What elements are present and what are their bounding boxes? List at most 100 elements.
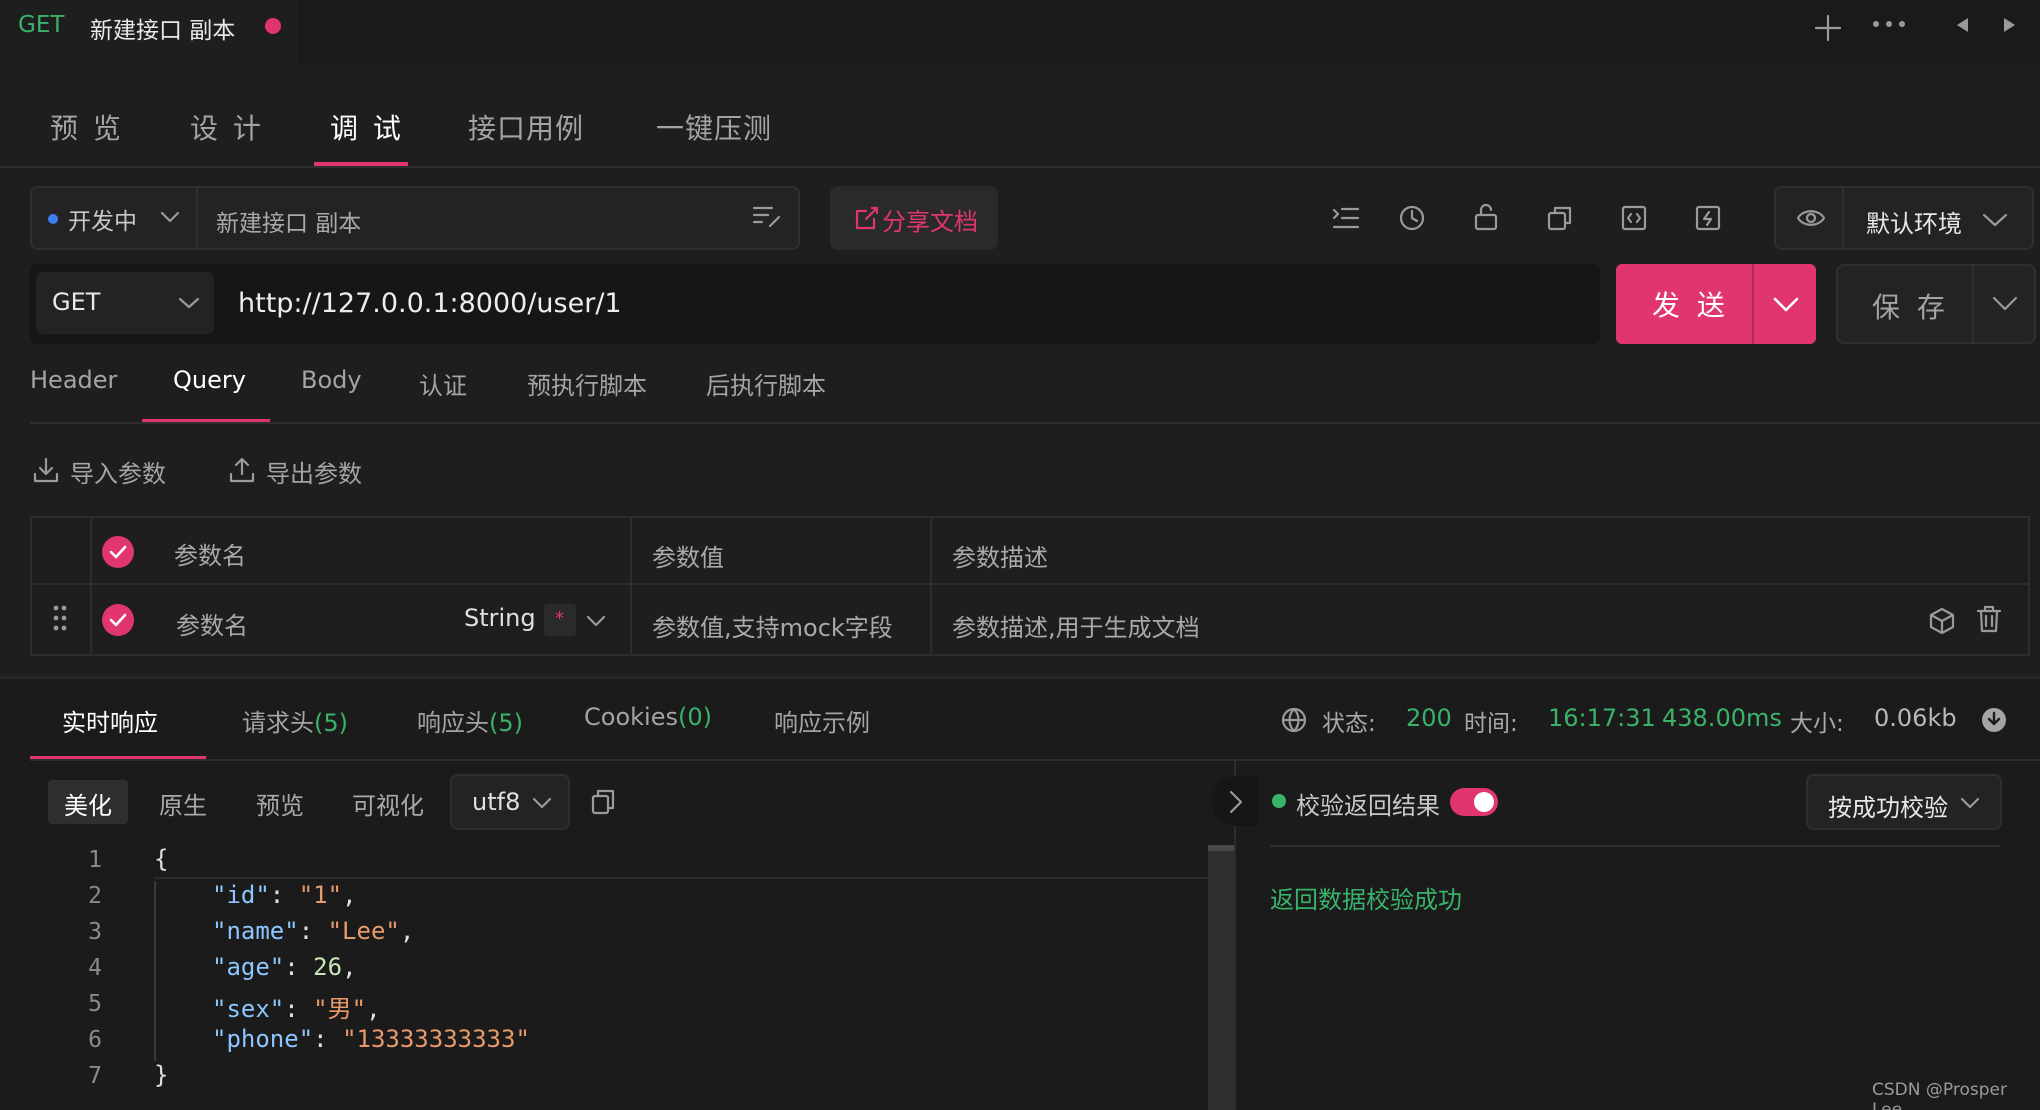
chevron-down-icon[interactable]: [160, 210, 180, 224]
tab-preview[interactable]: 预 览: [50, 107, 124, 147]
api-name-input[interactable]: 新建接口 副本: [216, 204, 361, 238]
line-number: 1: [88, 847, 102, 873]
flash-icon[interactable]: [1694, 204, 1722, 232]
status-select[interactable]: 开发中: [68, 202, 137, 236]
code-icon[interactable]: [1620, 204, 1648, 232]
save-button[interactable]: 保 存: [1836, 264, 2036, 344]
tab-header[interactable]: Header: [30, 366, 117, 394]
watermark: CSDN @Prosper Lee: [1872, 1080, 2007, 1110]
tab-body[interactable]: Body: [301, 366, 362, 394]
line-number: 5: [88, 991, 102, 1017]
encoding-select[interactable]: utf8: [450, 774, 570, 830]
main-tabs: 预 览 设 计 调 试 接口用例 一键压测: [0, 95, 2040, 170]
required-toggle[interactable]: *: [544, 604, 576, 636]
import-params-button[interactable]: 导入参数: [30, 452, 180, 488]
tab-title: 新建接口 副本: [90, 18, 236, 44]
tab-response-examples[interactable]: 响应示例: [774, 703, 870, 738]
export-params-button[interactable]: 导出参数: [228, 452, 378, 488]
validation-mode-select[interactable]: 按成功校验: [1806, 774, 2002, 830]
import-label: 导入参数: [70, 460, 166, 488]
view-mode-raw[interactable]: 原生: [159, 786, 207, 821]
view-mode-beautify[interactable]: 美化: [48, 780, 128, 824]
tab-pre-script[interactable]: 预执行脚本: [527, 366, 647, 401]
required-mark: *: [555, 608, 564, 629]
header-param-desc: 参数描述: [952, 544, 1048, 572]
lock-icon[interactable]: [1472, 202, 1500, 232]
cube-icon[interactable]: [1928, 606, 1956, 636]
edit-icon[interactable]: [752, 204, 782, 230]
status-dot: [48, 214, 58, 224]
validation-mode-value: 按成功校验: [1828, 794, 1948, 822]
tab-stress-test[interactable]: 一键压测: [656, 107, 772, 147]
scrollbar-thumb[interactable]: [1208, 845, 1234, 851]
environment-label: 默认环境: [1866, 210, 1962, 238]
param-desc-input[interactable]: 参数描述,用于生成文档: [952, 608, 1200, 643]
code-line: }: [154, 1061, 169, 1089]
tab-cookies[interactable]: Cookies(0): [584, 703, 712, 731]
share-label: 分享文档: [882, 208, 978, 236]
code-line: "id": "1",: [212, 881, 357, 909]
tab-request-headers[interactable]: 请求头(5): [242, 703, 348, 738]
duration-value: 438.00ms: [1662, 704, 1782, 732]
encoding-value: utf8: [472, 788, 521, 816]
tab-response-headers[interactable]: 响应头(5): [417, 703, 523, 738]
send-button[interactable]: 发 送: [1616, 264, 1816, 344]
view-mode-preview[interactable]: 预览: [256, 786, 304, 821]
param-type-select[interactable]: String: [464, 604, 536, 632]
url-input[interactable]: http://127.0.0.1:8000/user/1: [238, 288, 622, 319]
chevron-down-icon: [1960, 796, 1980, 810]
tab-query[interactable]: Query: [173, 366, 246, 394]
collapse-panel-button[interactable]: [1212, 776, 1258, 826]
outline-icon[interactable]: [1332, 204, 1360, 232]
copy-icon[interactable]: [590, 788, 616, 816]
export-label: 导出参数: [266, 460, 362, 488]
row-checkbox[interactable]: [102, 604, 134, 636]
code-line: "name": "Lee",: [212, 917, 415, 945]
tab-live-response[interactable]: 实时响应: [62, 703, 158, 738]
tab-auth[interactable]: 认证: [419, 366, 467, 401]
share-doc-button[interactable]: 分享文档: [830, 186, 998, 250]
chevron-down-icon[interactable]: [1772, 296, 1800, 314]
document-tab[interactable]: GET 新建接口 副本: [0, 0, 298, 63]
line-number: 3: [88, 919, 102, 945]
download-icon[interactable]: [1980, 706, 2008, 734]
copy-icon[interactable]: [1546, 204, 1574, 232]
line-number: 7: [88, 1063, 102, 1089]
indent-guide: [154, 881, 156, 1061]
param-value-input[interactable]: 参数值,支持mock字段: [652, 608, 893, 643]
validation-toggle[interactable]: [1450, 788, 1498, 816]
header-param-name: 参数名: [174, 542, 246, 570]
divider: [30, 422, 2040, 424]
code-editor[interactable]: 1 2 3 4 5 6 7 { "id": "1", "name": "Lee"…: [30, 845, 1234, 1110]
size-value: 0.06kb: [1874, 704, 1957, 732]
chevron-down-icon[interactable]: [586, 614, 606, 628]
code-line: {: [154, 845, 169, 873]
next-tab-icon[interactable]: [2000, 16, 2018, 34]
drag-handle-icon[interactable]: [52, 604, 68, 632]
eye-icon[interactable]: [1796, 206, 1826, 230]
more-icon[interactable]: [1872, 18, 1906, 30]
environment-select[interactable]: 默认环境: [1774, 186, 2034, 250]
tab-method: GET: [18, 12, 65, 38]
top-bar: [0, 0, 2040, 63]
view-mode-visual[interactable]: 可视化: [352, 786, 424, 821]
tab-cases[interactable]: 接口用例: [468, 107, 584, 147]
select-all-checkbox[interactable]: [102, 536, 134, 568]
tab-debug[interactable]: 调 试: [330, 107, 404, 147]
view-mode-beautify-label: 美化: [64, 792, 112, 820]
tab-post-script[interactable]: 后执行脚本: [706, 366, 826, 401]
method-select[interactable]: GET: [36, 272, 214, 334]
chevron-down-icon[interactable]: [1992, 296, 2018, 312]
history-icon[interactable]: [1398, 204, 1426, 232]
save-label: 保 存: [1872, 291, 1949, 324]
line-number: 6: [88, 1027, 102, 1053]
prev-tab-icon[interactable]: [1954, 16, 1972, 34]
send-label: 发 送: [1652, 289, 1729, 322]
add-tab-icon[interactable]: [1812, 12, 1844, 44]
param-name-input[interactable]: 参数名: [176, 606, 248, 641]
tab-design[interactable]: 设 计: [190, 107, 264, 147]
globe-icon: [1280, 706, 1308, 734]
scrollbar[interactable]: [1208, 845, 1234, 1110]
trash-icon[interactable]: [1976, 604, 2002, 634]
line-number: 2: [88, 883, 102, 909]
